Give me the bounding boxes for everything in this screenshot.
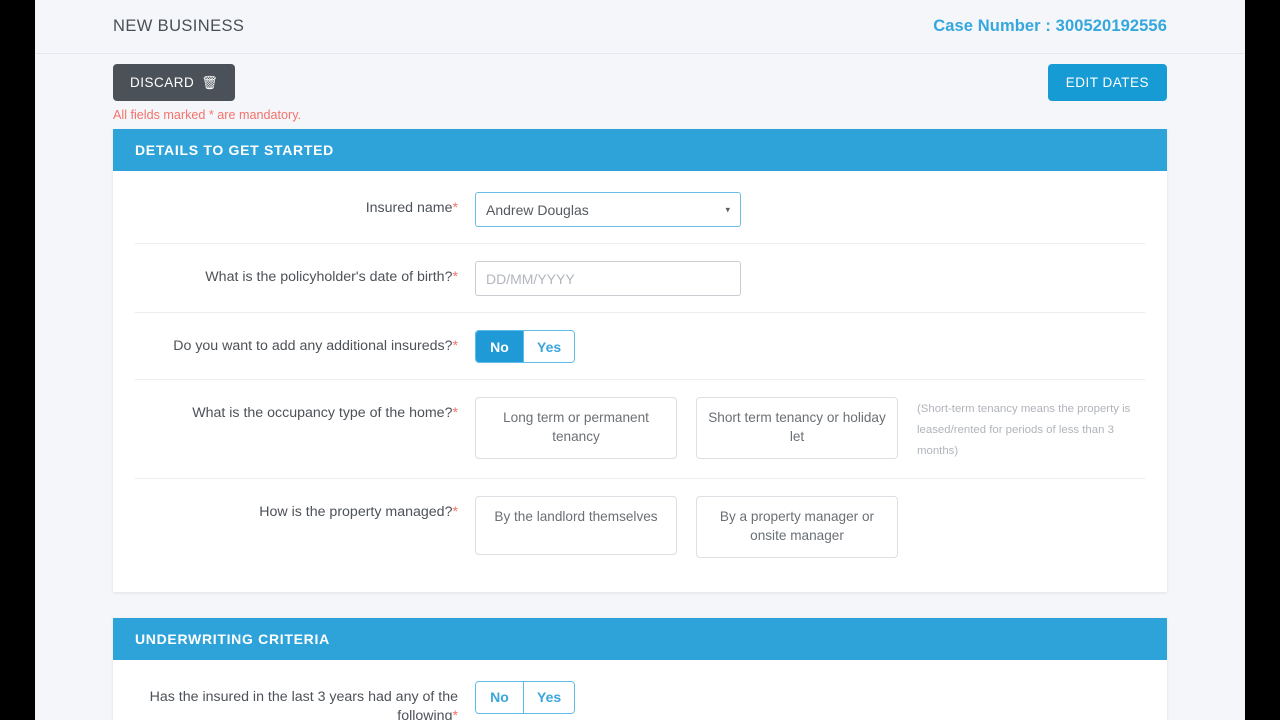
control-property-managed: By the landlord themselves By a property… xyxy=(475,496,1145,558)
edit-dates-button[interactable]: EDIT DATES xyxy=(1047,63,1167,101)
underwriting-section-body: Has the insured in the last 3 years had … xyxy=(113,660,1167,720)
row-property-managed: How is the property managed?* By the lan… xyxy=(135,479,1145,574)
required-marker: * xyxy=(452,405,458,421)
row-occupancy-type: What is the occupancy type of the home?*… xyxy=(135,380,1145,480)
page-title: NEW BUSINESS xyxy=(113,17,245,35)
page-header: NEW BUSINESS Case Number : 300520192556 xyxy=(35,0,1245,54)
additional-insureds-toggle: No Yes xyxy=(475,330,576,363)
last-3-years-toggle: No Yes xyxy=(475,680,576,714)
details-section-card: DETAILS TO GET STARTED Insured name* And… xyxy=(113,129,1167,592)
additional-insureds-option-yes[interactable]: Yes xyxy=(524,331,575,362)
label-property-managed-text: How is the property managed? xyxy=(259,504,453,521)
row-last-3-years: Has the insured in the last 3 years had … xyxy=(135,664,1145,720)
trash-icon: 🗑 xyxy=(201,74,219,90)
required-marker: * xyxy=(452,338,458,354)
underwriting-section-title: UNDERWRITING CRITERIA xyxy=(113,617,1167,660)
row-date-of-birth: What is the policyholder's date of birth… xyxy=(135,244,1145,313)
control-additional-insureds: No Yes xyxy=(475,330,1145,363)
control-date-of-birth xyxy=(475,261,1145,296)
insured-name-select-wrap: Andrew Douglas ▾ xyxy=(475,192,741,227)
required-marker: * xyxy=(452,269,458,285)
date-of-birth-input[interactable] xyxy=(475,261,741,296)
control-insured-name: Andrew Douglas ▾ xyxy=(475,192,1145,227)
property-managed-option-manager[interactable]: By a property manager or onsite manager xyxy=(696,496,898,558)
required-marker: * xyxy=(452,504,458,521)
case-number: Case Number : 300520192556 xyxy=(933,17,1167,35)
required-marker: * xyxy=(452,200,458,216)
label-insured-name: Insured name* xyxy=(135,192,475,218)
row-additional-insureds: Do you want to add any additional insure… xyxy=(135,313,1145,380)
label-additional-insureds-text: Do you want to add any additional insure… xyxy=(173,338,453,354)
details-section-title: DETAILS TO GET STARTED xyxy=(113,129,1167,171)
row-insured-name: Insured name* Andrew Douglas ▾ xyxy=(135,175,1145,244)
label-date-of-birth: What is the policyholder's date of birth… xyxy=(135,261,475,287)
discard-button-label: DISCARD xyxy=(130,74,195,90)
last-3-years-option-no[interactable]: No xyxy=(476,681,524,713)
required-marker: * xyxy=(452,707,458,720)
occupancy-helper-text: (Short-term tenancy means the property i… xyxy=(917,403,1131,458)
label-last-3-years-text: Has the insured in the last 3 years had … xyxy=(149,688,458,720)
label-insured-name-text: Insured name xyxy=(365,200,453,216)
details-section-body: Insured name* Andrew Douglas ▾ What is t… xyxy=(113,171,1167,592)
underwriting-section-card: UNDERWRITING CRITERIA Has the insured in… xyxy=(113,617,1167,720)
discard-button[interactable]: DISCARD 🗑 xyxy=(113,63,236,101)
property-managed-option-landlord[interactable]: By the landlord themselves xyxy=(475,496,677,556)
app-viewport: NEW BUSINESS Case Number : 300520192556 … xyxy=(35,0,1245,720)
action-toolbar: DISCARD 🗑 EDIT DATES xyxy=(35,54,1245,110)
label-property-managed: How is the property managed?* xyxy=(135,496,475,522)
control-occupancy-type: Long term or permanent tenancy Short ter… xyxy=(475,397,1145,462)
mandatory-fields-notice: All fields marked * are mandatory. xyxy=(113,108,302,122)
insured-name-select[interactable]: Andrew Douglas xyxy=(475,192,741,227)
label-occupancy-type: What is the occupancy type of the home?* xyxy=(135,397,475,423)
control-last-3-years: No Yes xyxy=(475,680,1145,714)
label-additional-insureds: Do you want to add any additional insure… xyxy=(135,330,475,356)
label-occupancy-type-text: What is the occupancy type of the home? xyxy=(192,405,453,421)
additional-insureds-option-no[interactable]: No xyxy=(476,331,524,362)
last-3-years-option-yes[interactable]: Yes xyxy=(524,681,575,713)
occupancy-option-long-term[interactable]: Long term or permanent tenancy xyxy=(475,397,677,459)
occupancy-option-short-term[interactable]: Short term tenancy or holiday let xyxy=(696,397,898,459)
label-date-of-birth-text: What is the policyholder's date of birth… xyxy=(205,269,453,285)
label-last-3-years: Has the insured in the last 3 years had … xyxy=(135,681,475,720)
